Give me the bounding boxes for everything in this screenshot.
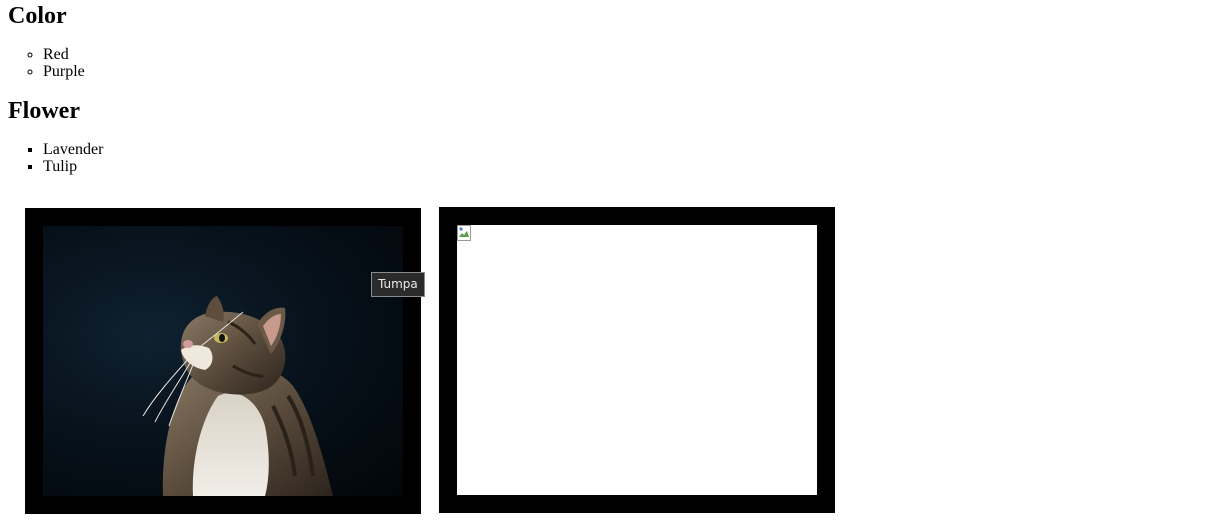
- cat-image-frame[interactable]: [25, 208, 421, 514]
- cat-photo[interactable]: [43, 226, 403, 496]
- list-item: Purple: [43, 63, 85, 80]
- flower-list: Lavender Tulip: [0, 141, 103, 175]
- image-tooltip: Tumpa: [371, 272, 425, 297]
- color-list: Red Purple: [0, 46, 85, 80]
- broken-image-icon: [457, 225, 471, 241]
- list-item: Tulip: [43, 158, 103, 175]
- heading-color: Color: [8, 3, 67, 29]
- page: Color Red Purple Flower Lavender Tulip: [0, 0, 1227, 528]
- broken-image[interactable]: [457, 225, 817, 495]
- heading-flower: Flower: [8, 98, 80, 124]
- broken-image-frame[interactable]: [439, 207, 835, 513]
- list-item: Red: [43, 46, 85, 63]
- cat-illustration: [142, 296, 333, 496]
- list-item: Lavender: [43, 141, 103, 158]
